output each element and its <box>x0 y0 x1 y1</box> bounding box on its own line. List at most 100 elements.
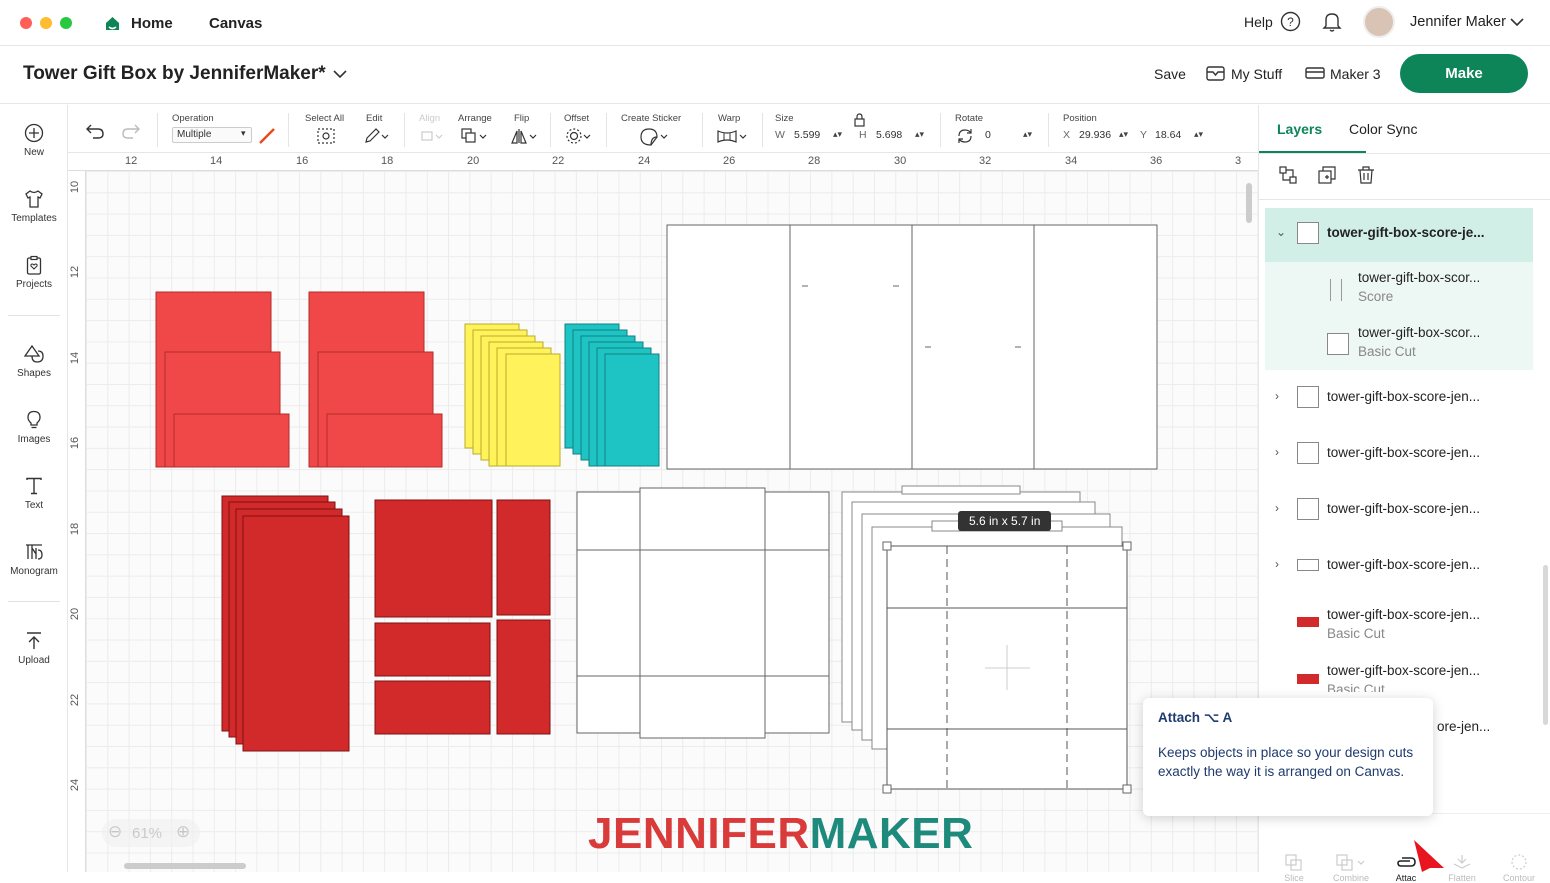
select-all-icon[interactable] <box>316 127 336 145</box>
trash-icon[interactable] <box>1356 165 1376 185</box>
height-input[interactable]: 5.698 <box>876 129 902 141</box>
sidebar-item-text[interactable]: Text <box>0 476 68 511</box>
help-link[interactable]: Help <box>1244 14 1273 30</box>
zoom-in-icon[interactable]: ⊕ <box>176 822 190 842</box>
layer-name: tower-gift-box-score-jen... <box>1327 501 1481 516</box>
attach-label: Attac <box>1395 873 1417 883</box>
rotate-input[interactable]: 0 <box>985 129 991 141</box>
maximize-window-button[interactable] <box>60 17 72 29</box>
title-bar: Home Canvas Help ? Jennifer Maker <box>0 0 1550 46</box>
ruler-label: 32 <box>979 155 992 167</box>
shirt-icon <box>25 190 43 208</box>
sidebar-item-monogram[interactable]: Monogram <box>0 542 68 577</box>
group-icon[interactable] <box>1278 165 1298 185</box>
chevron-right-icon[interactable]: › <box>1275 445 1279 459</box>
combine-button[interactable]: Combine <box>1326 853 1376 883</box>
flatten-icon <box>1453 855 1471 869</box>
avatar[interactable] <box>1363 6 1395 38</box>
tab-canvas[interactable]: Canvas <box>209 15 262 32</box>
sidebar-item-new[interactable]: New <box>0 123 68 158</box>
user-name[interactable]: Jennifer Maker <box>1410 14 1506 30</box>
minimize-window-button[interactable] <box>40 17 52 29</box>
chevron-right-icon[interactable]: › <box>1275 389 1279 403</box>
help-icon[interactable]: ? <box>1280 11 1301 32</box>
align-icon[interactable] <box>420 127 444 145</box>
sidebar-item-images[interactable]: Images <box>0 410 68 445</box>
sidebar-item-shapes[interactable]: Shapes <box>0 344 68 379</box>
sidebar-item-projects[interactable]: Projects <box>0 255 68 290</box>
layer-row[interactable]: › tower-gift-box-score-jen... <box>1265 543 1533 589</box>
ruler-label: 16 <box>69 436 82 450</box>
offset-icon[interactable] <box>565 127 593 145</box>
horizontal-scrollbar[interactable] <box>124 863 246 869</box>
chevron-right-icon[interactable]: › <box>1275 557 1279 571</box>
pen-color-swatch[interactable] <box>258 127 276 145</box>
layer-row[interactable]: tower-gift-box-score-jen... Basic Cut <box>1265 599 1533 653</box>
design-canvas[interactable]: 5.6 in x 5.7 in ⊖ 61% ⊕ JENNIFERMAKER <box>86 171 1258 872</box>
sticker-icon[interactable] <box>639 127 669 147</box>
make-button[interactable]: Make <box>1400 54 1528 93</box>
chevron-right-icon[interactable]: › <box>1275 501 1279 515</box>
sidebar-item-upload[interactable]: Upload <box>0 631 68 666</box>
ruler-label: 14 <box>210 155 223 167</box>
rotate-stepper[interactable]: ▴▾ <box>1023 129 1032 140</box>
arrange-icon[interactable] <box>460 127 488 145</box>
bell-icon[interactable] <box>1322 11 1342 32</box>
tab-layers[interactable]: Layers <box>1277 121 1322 137</box>
y-input[interactable]: 18.64 <box>1155 129 1181 141</box>
height-stepper[interactable]: ▴▾ <box>915 129 924 140</box>
undo-icon[interactable] <box>85 123 105 139</box>
close-window-button[interactable] <box>20 17 32 29</box>
ruler-label: 12 <box>69 265 82 279</box>
width-input[interactable]: 5.599 <box>794 129 820 141</box>
layer-row-selected[interactable]: ⌄ tower-gift-box-score-je... <box>1265 208 1533 262</box>
edit-pencil-icon[interactable] <box>363 127 389 145</box>
sidebar-item-label: Upload <box>18 655 50 666</box>
x-stepper[interactable]: ▴▾ <box>1119 129 1128 140</box>
layer-row[interactable]: › tower-gift-box-score-jen... <box>1265 375 1533 421</box>
ruler-label: 16 <box>296 155 309 167</box>
operation-select[interactable]: Multiple ▾ <box>172 127 252 143</box>
svg-text:?: ? <box>1287 15 1294 29</box>
width-stepper[interactable]: ▴▾ <box>833 129 842 140</box>
chevron-down-icon[interactable]: ⌄ <box>1276 225 1286 239</box>
ruler-vertical: 10 12 14 16 18 20 22 24 <box>68 171 86 872</box>
layer-row[interactable]: tower-gift-box-scor... Basic Cut <box>1265 317 1533 371</box>
selected-box <box>882 541 1132 794</box>
duplicate-icon[interactable] <box>1317 165 1337 185</box>
slice-button[interactable]: Slice <box>1269 853 1319 883</box>
project-title[interactable]: Tower Gift Box by JenniferMaker* <box>23 63 326 85</box>
tab-color-sync[interactable]: Color Sync <box>1349 121 1417 137</box>
layer-row[interactable]: › tower-gift-box-score-jen... <box>1265 487 1533 533</box>
vertical-scrollbar[interactable] <box>1246 183 1252 223</box>
sidebar-item-templates[interactable]: Templates <box>0 189 68 224</box>
zoom-out-icon[interactable]: ⊖ <box>108 822 122 842</box>
chevron-down-icon[interactable] <box>333 69 347 79</box>
layer-thumbnail <box>1297 442 1319 464</box>
x-input[interactable]: 29.936 <box>1079 129 1111 141</box>
arrange-label: Arrange <box>458 113 492 124</box>
panel-scrollbar[interactable] <box>1543 565 1548 725</box>
contour-button[interactable]: Contour <box>1494 853 1544 883</box>
machine-selector[interactable]: Maker 3 <box>1330 66 1381 82</box>
tooltip-title: Attach ⌥ A <box>1158 710 1233 725</box>
layer-row[interactable]: tower-gift-box-score-jen... Basic Cut <box>1265 656 1533 692</box>
y-stepper[interactable]: ▴▾ <box>1194 129 1203 140</box>
tab-home[interactable]: Home <box>131 15 173 32</box>
align-label: Align <box>419 113 441 124</box>
chevron-down-icon[interactable] <box>1510 17 1524 27</box>
save-button[interactable]: Save <box>1154 66 1186 82</box>
layer-row[interactable]: tower-gift-box-scor... Score <box>1265 263 1533 317</box>
watermark-text: JENNIFER <box>588 809 810 858</box>
create-sticker-label: Create Sticker <box>621 113 682 124</box>
layer-name: tower-gift-box-score-jen... <box>1327 389 1481 404</box>
lock-icon[interactable] <box>854 113 865 127</box>
my-stuff-button[interactable]: My Stuff <box>1231 66 1282 82</box>
warp-icon[interactable] <box>716 127 748 145</box>
flip-icon[interactable] <box>510 127 538 145</box>
zoom-control[interactable]: ⊖ 61% ⊕ <box>102 819 200 847</box>
sidebar-item-label: Text <box>24 500 44 511</box>
redo-icon[interactable] <box>121 123 141 139</box>
layer-row[interactable]: › tower-gift-box-score-jen... <box>1265 431 1533 477</box>
lightbulb-icon <box>27 410 41 429</box>
